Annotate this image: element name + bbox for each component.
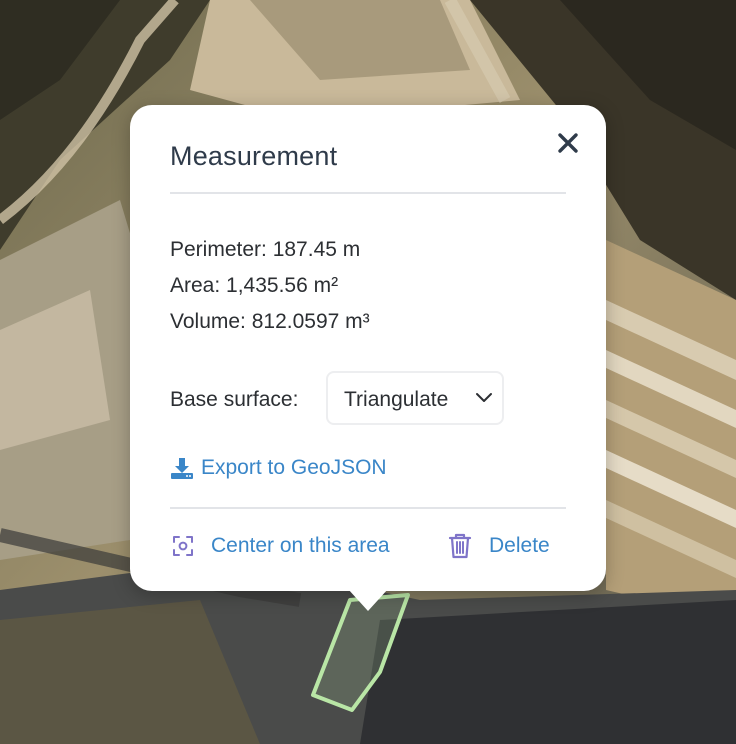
popup-title: Measurement [170,141,338,171]
download-icon [171,458,193,479]
center-on-area-label: Center on this area [211,534,390,557]
export-geojson-button[interactable]: Export to GeoJSON [170,454,387,482]
perimeter-value: Perimeter: 187.45 m [170,238,361,261]
header-divider [170,192,566,194]
base-surface-selected: Triangulate [344,388,449,411]
chevron-down-icon [476,393,492,402]
trash-icon [448,533,472,559]
delete-label: Delete [489,534,550,557]
base-surface-label: Base surface: [170,388,299,411]
focus-center-icon [173,536,193,556]
popup-pointer [348,589,388,611]
center-on-area-button[interactable]: Center on this area [172,532,390,560]
close-icon [558,133,578,153]
close-button[interactable] [556,131,580,155]
measurement-popup: Measurement Perimeter: 187.45 m Area: 1,… [130,105,606,611]
delete-button[interactable]: Delete [448,531,550,561]
volume-value: Volume: 812.0597 m³ [170,310,370,333]
actions-divider [170,507,566,509]
area-value: Area: 1,435.56 m² [170,274,339,297]
base-surface-select[interactable]: Triangulate [326,371,504,425]
export-geojson-label: Export to GeoJSON [201,456,387,479]
